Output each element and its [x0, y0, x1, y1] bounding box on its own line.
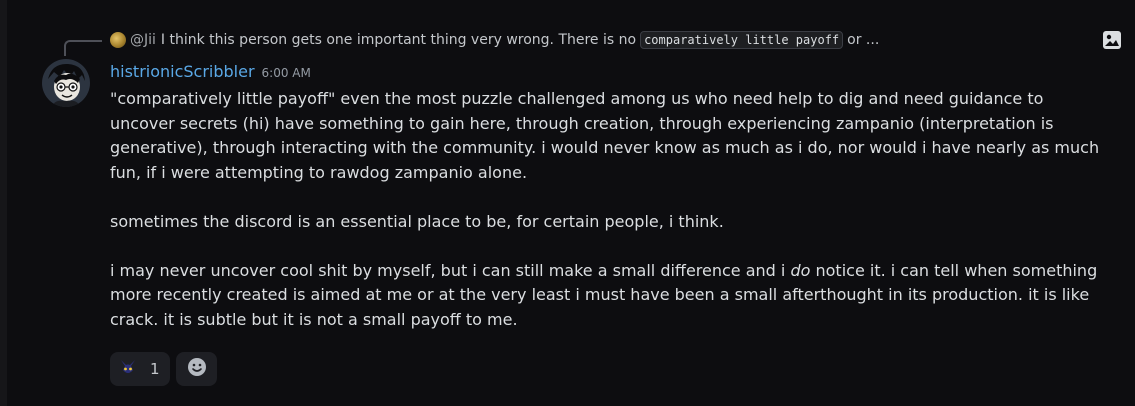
italic-emphasis: do: [790, 260, 811, 280]
reply-author-name[interactable]: @Jii: [130, 32, 156, 48]
paragraph-3-before: i may never uncover cool shit by myself,…: [110, 260, 791, 280]
reply-text-before: I think this person gets one important t…: [160, 32, 637, 48]
message-paragraph-3: i may never uncover cool shit by myself,…: [110, 259, 1110, 333]
avatar[interactable]: [42, 59, 90, 107]
reactions-bar: 1: [110, 352, 217, 386]
timestamp[interactable]: 6:00 AM: [262, 66, 311, 80]
smiley-icon: [187, 357, 207, 381]
reply-preview[interactable]: @Jii I think this person gets one import…: [110, 30, 879, 50]
image-icon[interactable]: [1101, 29, 1123, 51]
username[interactable]: histrionicScribbler: [110, 62, 255, 81]
reply-text-after: or ...: [847, 32, 880, 48]
reply-connector-line: [64, 40, 102, 56]
reply-author-avatar[interactable]: [110, 32, 126, 48]
chat-message: @Jii I think this person gets one import…: [0, 0, 1135, 406]
reaction-button[interactable]: 1: [110, 352, 170, 386]
message-paragraph-2: sometimes the discord is an essential pl…: [110, 211, 724, 231]
message-header: histrionicScribbler 6:00 AM: [110, 62, 311, 81]
message-paragraph-1: "comparatively little payoff" even the m…: [110, 89, 1100, 182]
message-content: "comparatively little payoff" even the m…: [110, 87, 1110, 332]
reply-inline-code: comparatively little payoff: [640, 31, 844, 49]
custom-horned-emoji-icon: [120, 358, 136, 380]
reaction-count: 1: [150, 360, 160, 378]
add-reaction-button[interactable]: [176, 352, 217, 386]
